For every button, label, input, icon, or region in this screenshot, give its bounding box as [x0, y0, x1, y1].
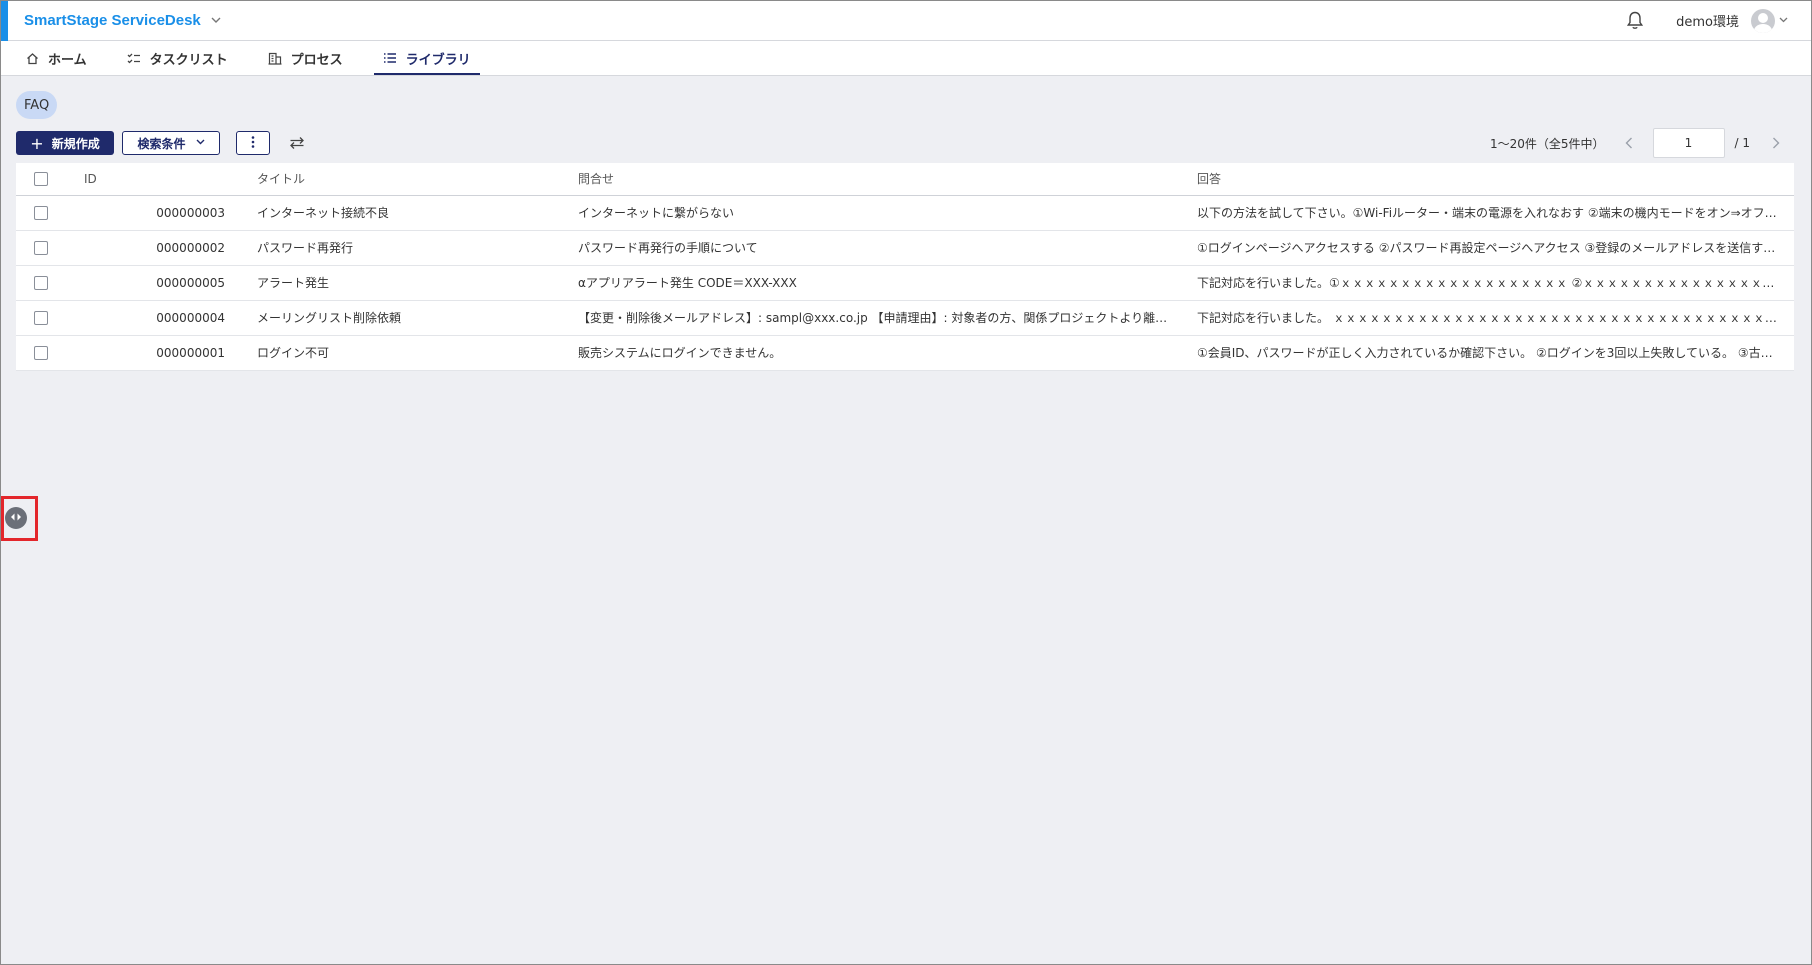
header-right: demo環境	[1624, 0, 1788, 41]
row-inquiry: αアプリアラート発生 CODE＝XXX-XXX	[578, 265, 1197, 301]
row-checkbox[interactable]	[34, 345, 48, 360]
swap-icon[interactable]	[287, 133, 307, 153]
tab-home[interactable]: ホーム	[16, 41, 96, 75]
tab-home-label: ホーム	[48, 52, 87, 68]
faq-table: ID タイトル 問合せ 回答 000000003 インターネット接続不良 インタ…	[16, 163, 1794, 371]
tab-library[interactable]: ライブラリ	[373, 41, 480, 75]
row-id: 000000004	[64, 300, 257, 336]
avatar[interactable]	[1751, 8, 1775, 33]
column-header-inquiry[interactable]: 問合せ	[578, 163, 1197, 196]
chevron-left-icon[interactable]	[1621, 135, 1637, 151]
row-title[interactable]: メーリングリスト削除依頼	[257, 300, 578, 336]
row-checkbox[interactable]	[34, 205, 48, 220]
user-menu-chevron-icon[interactable]	[1779, 15, 1788, 26]
home-icon	[25, 51, 39, 65]
pager-range: 1〜20件（全5件中）	[1489, 136, 1605, 151]
chevron-right-icon[interactable]	[1768, 135, 1784, 151]
row-id: 000000001	[64, 335, 257, 371]
app-title[interactable]: SmartStage ServiceDesk	[24, 12, 201, 29]
tab-process[interactable]: プロセス	[259, 41, 352, 75]
side-panel-toggle-button[interactable]	[5, 507, 27, 529]
row-checkbox[interactable]	[34, 275, 48, 290]
app-header: SmartStage ServiceDesk demo環境	[0, 0, 1812, 41]
building-icon	[268, 51, 282, 65]
plus-icon: +	[30, 133, 44, 153]
row-checkbox[interactable]	[34, 310, 48, 325]
row-answer: ①ログインページへアクセスする ②パスワード再設定ページへアクセス ③登録のメー…	[1197, 230, 1794, 266]
row-answer: 下記対応を行いました。①ｘｘｘｘｘｘｘｘｘｘｘｘｘｘｘｘｘｘｘ ②ｘｘｘｘｘｘｘ…	[1197, 265, 1794, 301]
pager-total: / 1	[1734, 136, 1751, 150]
tab-tasklist-label: タスクリスト	[149, 52, 228, 68]
select-all-checkbox[interactable]	[34, 172, 48, 186]
new-create-button[interactable]: + 新規作成	[16, 131, 114, 155]
tab-process-label: プロセス	[290, 52, 343, 68]
row-select-cell	[16, 335, 64, 371]
chevron-down-icon	[196, 138, 205, 148]
bell-icon[interactable]	[1624, 10, 1646, 32]
more-options-button[interactable]	[236, 131, 270, 155]
more-vertical-icon	[251, 135, 255, 151]
tab-library-label: ライブラリ	[405, 52, 471, 68]
row-id: 000000003	[64, 195, 257, 231]
app-switch-chevron-icon[interactable]	[211, 14, 221, 27]
tab-tasklist[interactable]: タスクリスト	[118, 41, 237, 75]
row-title[interactable]: インターネット接続不良	[257, 195, 578, 231]
row-inquiry: インターネットに繋がらない	[578, 195, 1197, 231]
page-number-input[interactable]	[1652, 128, 1725, 158]
list-icon	[383, 51, 397, 65]
row-select-cell	[16, 230, 64, 266]
table-header-row: ID タイトル 問合せ 回答	[16, 163, 1794, 196]
search-conditions-button[interactable]: 検索条件	[122, 131, 220, 155]
brand-accent-bar	[1, 1, 8, 41]
checklist-icon	[127, 51, 141, 65]
row-select-cell	[16, 195, 64, 231]
table-row[interactable]: 000000002 パスワード再発行 パスワード再発行の手順について ①ログイン…	[16, 230, 1794, 266]
row-answer: 下記対応を行いました。 ｘｘｘｘｘｘｘｘｘｘｘｘｘｘｘｘｘｘｘｘｘｘｘｘｘｘｘｘ…	[1197, 300, 1794, 336]
row-checkbox[interactable]	[34, 240, 48, 255]
column-header-title[interactable]: タイトル	[257, 163, 578, 196]
table-row[interactable]: 000000003 インターネット接続不良 インターネットに繋がらない 以下の方…	[16, 195, 1794, 231]
column-header-id[interactable]: ID	[64, 163, 257, 196]
row-inquiry: 【変更・削除後メールアドレス】: sampl@xxx.co.jp 【申請理由】:…	[578, 300, 1197, 336]
row-inquiry: パスワード再発行の手順について	[578, 230, 1197, 266]
row-answer: 以下の方法を試して下さい。①Wi-Fiルーター・端末の電源を入れなおす ②端末の…	[1197, 195, 1794, 231]
row-title[interactable]: パスワード再発行	[257, 230, 578, 266]
new-create-label: 新規作成	[51, 136, 100, 151]
expand-arrows-icon	[9, 511, 23, 526]
column-header-answer[interactable]: 回答	[1197, 163, 1794, 196]
table-row[interactable]: 000000004 メーリングリスト削除依頼 【変更・削除後メールアドレス】: …	[16, 300, 1794, 336]
row-inquiry: 販売システムにログインできません。	[578, 335, 1197, 371]
table-row[interactable]: 000000001 ログイン不可 販売システムにログインできません。 ①会員ID…	[16, 335, 1794, 371]
row-select-cell	[16, 300, 64, 336]
row-title[interactable]: ログイン不可	[257, 335, 578, 371]
search-conditions-label: 検索条件	[137, 136, 186, 151]
row-answer: ①会員ID、パスワードが正しく入力されているか確認下さい。 ②ログインを3回以上…	[1197, 335, 1794, 371]
main-nav: ホーム タスクリスト プロセス ライブラリ	[0, 41, 1812, 76]
row-id: 000000005	[64, 265, 257, 301]
select-all-cell	[16, 163, 64, 196]
row-title[interactable]: アラート発生	[257, 265, 578, 301]
environment-label[interactable]: demo環境	[1676, 11, 1739, 30]
faq-tag[interactable]: FAQ	[16, 91, 58, 119]
table-row[interactable]: 000000005 アラート発生 αアプリアラート発生 CODE＝XXX-XXX…	[16, 265, 1794, 301]
row-id: 000000002	[64, 230, 257, 266]
pager: 1〜20件（全5件中） / 1	[1490, 127, 1784, 159]
row-select-cell	[16, 265, 64, 301]
